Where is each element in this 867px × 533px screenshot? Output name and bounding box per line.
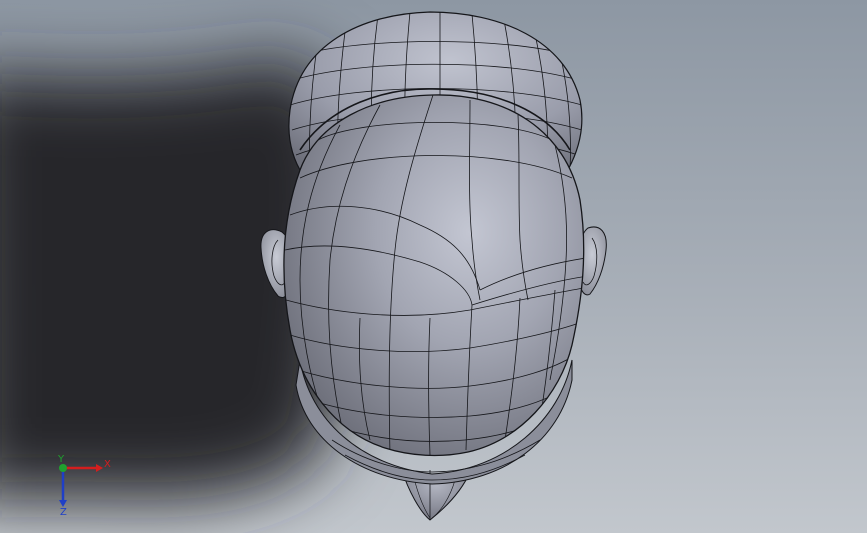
viewport-canvas[interactable]: X Z Y — [0, 0, 867, 533]
z-axis-label: Z — [60, 507, 67, 518]
graphics-viewport[interactable]: X Z Y — [0, 0, 867, 533]
y-axis-dot-icon — [59, 464, 67, 472]
x-axis-label: X — [104, 459, 111, 470]
y-axis-label: Y — [57, 454, 65, 465]
skull-surface[interactable] — [283, 94, 588, 457]
